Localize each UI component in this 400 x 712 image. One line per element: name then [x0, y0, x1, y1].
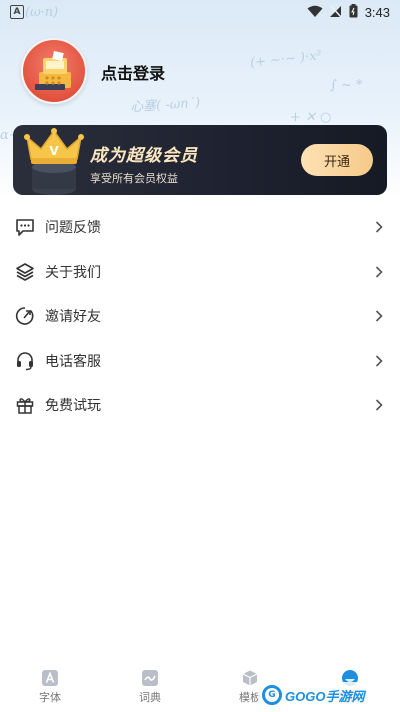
menu-item-label: 电话客服 [45, 353, 101, 370]
login-link[interactable]: 点击登录 [101, 60, 165, 84]
tab-font[interactable]: 字体 [0, 664, 100, 712]
invite-icon [14, 305, 36, 327]
avatar[interactable] [21, 38, 87, 104]
watermark-text: GOGO手游网 [285, 688, 365, 704]
menu-item-feedback[interactable]: 问题反馈 [0, 205, 400, 250]
menu-item-label: 问题反馈 [45, 220, 101, 237]
chevron-right-icon [372, 398, 386, 412]
menu-item-about[interactable]: 关于我们 [0, 250, 400, 295]
gift-icon [14, 394, 36, 416]
headset-icon [14, 350, 36, 372]
watermark-logo-icon: G [262, 685, 282, 705]
vip-card[interactable]: V 成为超级会员 享受所有会员权益 开通 [13, 125, 387, 195]
settings-menu: 问题反馈 关于我们 邀请好友 电话客服 免费试玩 [0, 205, 400, 428]
signal-icon [329, 3, 342, 22]
tab-label: 词典 [139, 691, 161, 704]
math-doodle: 心塞( -ωn˙) [129, 95, 201, 116]
chevron-right-icon [372, 265, 386, 279]
font-icon [41, 669, 59, 687]
template-icon [241, 669, 259, 687]
menu-item-free-trial[interactable]: 免费试玩 [0, 383, 400, 428]
tab-dictionary[interactable]: 词典 [100, 664, 200, 712]
dictionary-icon [141, 669, 159, 687]
math-doodle: (+ ~·~ )·x² [249, 48, 323, 71]
menu-item-label: 免费试玩 [45, 398, 101, 415]
layers-icon [14, 261, 36, 283]
menu-item-label: 关于我们 [45, 264, 101, 281]
math-doodle: + ✕ ○ [290, 110, 332, 125]
app-notification-icon: A [10, 5, 24, 19]
status-bar: A 3:43 [0, 0, 400, 24]
tab-label: 字体 [39, 691, 61, 704]
menu-item-invite[interactable]: 邀请好友 [0, 294, 400, 339]
crown-letter: V [49, 144, 59, 158]
chevron-right-icon [372, 354, 386, 368]
watermark: G GOGO手游网 [258, 682, 369, 708]
chevron-right-icon [372, 309, 386, 323]
wifi-icon [307, 3, 323, 22]
menu-item-label: 邀请好友 [45, 309, 101, 326]
feedback-icon [14, 216, 36, 238]
math-doodle: ∫ ~ * [330, 78, 363, 93]
battery-icon [349, 3, 358, 22]
vip-subtitle: 享受所有会员权益 [90, 172, 178, 185]
menu-item-phone-support[interactable]: 电话客服 [0, 339, 400, 384]
status-time: 3:43 [364, 4, 390, 20]
activate-vip-button[interactable]: 开通 [301, 144, 373, 176]
crown-icon: V [24, 128, 84, 195]
vip-title: 成为超级会员 [90, 146, 198, 166]
chevron-right-icon [372, 220, 386, 234]
cash-register-avatar-icon [35, 51, 71, 90]
